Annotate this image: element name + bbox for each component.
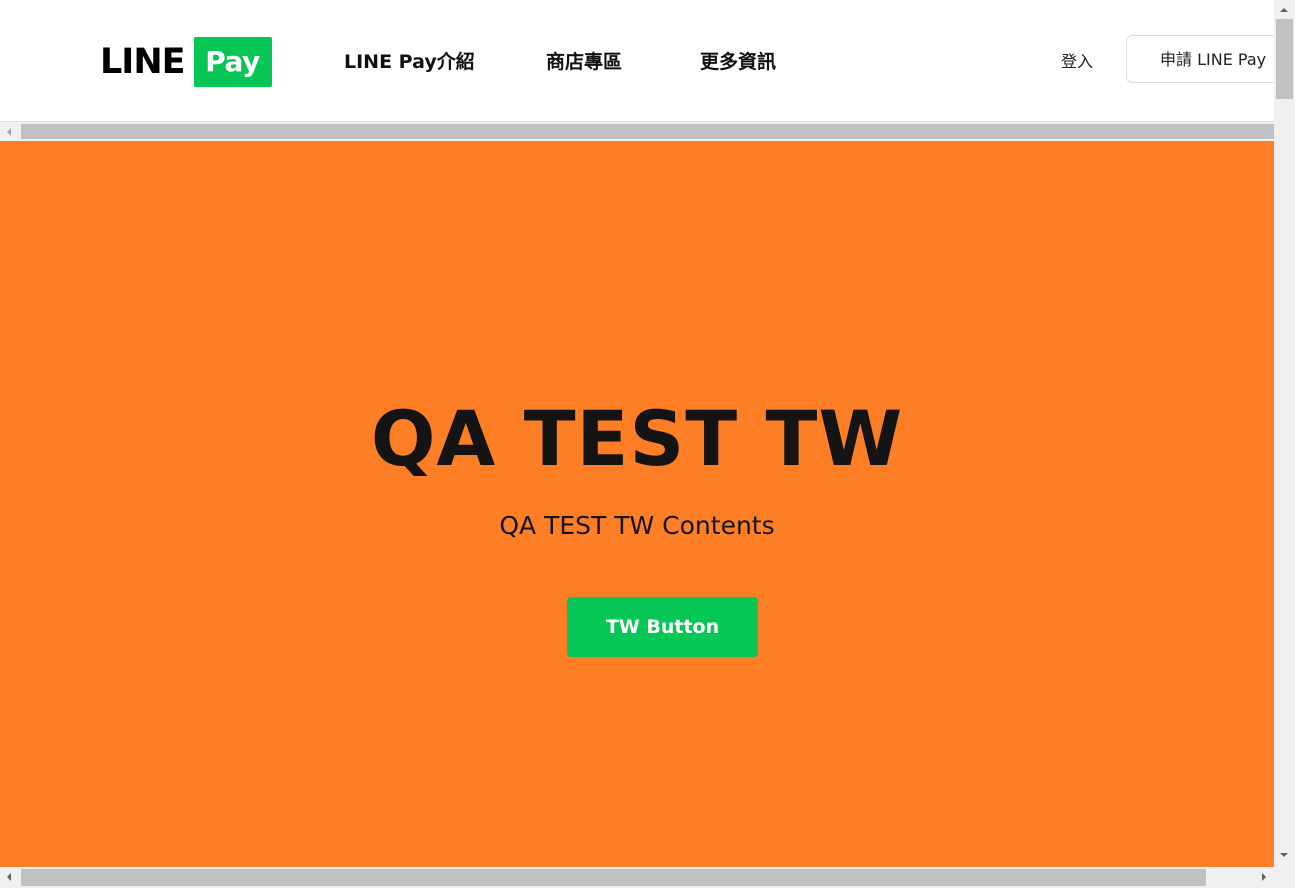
arrow-down-icon[interactable] <box>1280 853 1288 857</box>
login-link[interactable]: 登入 <box>1061 47 1093 77</box>
site-header: LINE Pay LINE Pay介紹 商店專區 更多資訊 登入 申請 LINE… <box>0 0 1274 122</box>
hero-banner: QA TEST TW QA TEST TW Contents TW Button <box>0 141 1274 867</box>
nav-item-line-pay-intro[interactable]: LINE Pay介紹 <box>344 47 475 77</box>
arrow-right-icon[interactable] <box>1262 873 1266 881</box>
horizontal-scrollbar-thumb[interactable] <box>21 869 1206 886</box>
vertical-scrollbar-thumb[interactable] <box>1276 19 1293 99</box>
window-vertical-scrollbar[interactable] <box>1274 0 1295 867</box>
arrow-left-icon[interactable] <box>7 128 11 136</box>
header-scrollbar-thumb[interactable] <box>21 124 1274 139</box>
tw-button[interactable]: TW Button <box>567 597 758 657</box>
window-horizontal-scrollbar[interactable] <box>0 867 1295 888</box>
apply-line-pay-button[interactable]: 申請 LINE Pay <box>1126 35 1274 83</box>
page-viewport: LINE Pay LINE Pay介紹 商店專區 更多資訊 登入 申請 LINE… <box>0 0 1274 867</box>
logo-line-text: LINE <box>100 42 186 82</box>
nav-item-more-info[interactable]: 更多資訊 <box>700 47 776 77</box>
line-pay-logo[interactable]: LINE Pay <box>100 37 272 87</box>
arrow-up-icon[interactable] <box>1280 8 1288 12</box>
header-horizontal-scrollbar[interactable] <box>0 121 1274 141</box>
logo-pay-badge: Pay <box>193 37 272 87</box>
arrow-left-icon[interactable] <box>7 873 11 881</box>
hero-subtitle: QA TEST TW Contents <box>499 511 775 540</box>
nav-item-merchant-area[interactable]: 商店專區 <box>546 47 622 77</box>
hero-title: QA TEST TW <box>370 394 904 483</box>
